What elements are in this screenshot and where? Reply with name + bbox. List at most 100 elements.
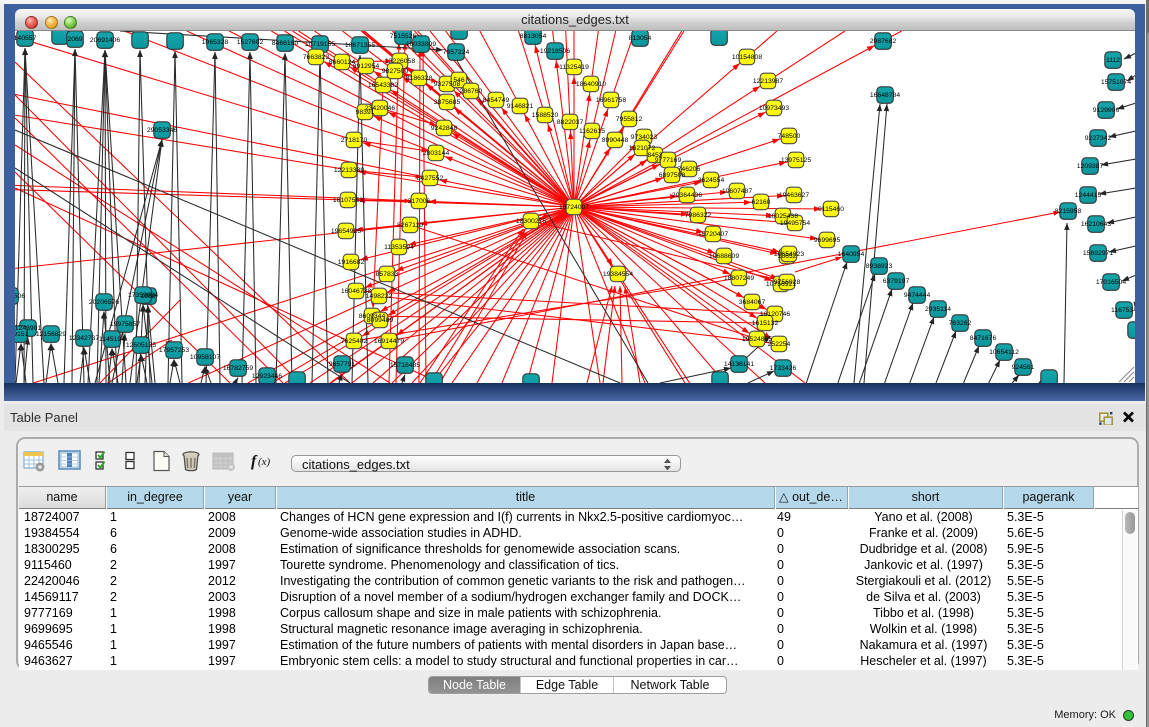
svg-text:7357224: 7357224 xyxy=(443,49,470,56)
svg-text:8215958: 8215958 xyxy=(1055,208,1082,215)
svg-text:20206576: 20206576 xyxy=(89,299,119,306)
svg-text:9146821: 9146821 xyxy=(507,103,534,110)
svg-text:12342737: 12342737 xyxy=(69,335,99,342)
svg-text:10671355: 10671355 xyxy=(345,42,375,49)
svg-text:19218506: 19218506 xyxy=(540,48,570,55)
svg-text:23420046: 23420046 xyxy=(365,105,395,112)
svg-text:2987682: 2987682 xyxy=(870,38,897,45)
svg-text:29053346: 29053346 xyxy=(147,127,177,134)
svg-text:7625402: 7625402 xyxy=(341,338,368,345)
svg-text:286760: 286760 xyxy=(460,88,483,95)
svg-text:8427552: 8427552 xyxy=(417,175,444,182)
svg-text:2803144: 2803144 xyxy=(423,150,450,157)
svg-text:9227342: 9227342 xyxy=(1085,135,1112,142)
svg-text:8990448: 8990448 xyxy=(602,137,629,144)
svg-text:17957253: 17957253 xyxy=(159,347,189,354)
svg-text:10025438: 10025438 xyxy=(768,213,798,220)
svg-text:8186328: 8186328 xyxy=(406,75,433,82)
svg-text:26160506: 26160506 xyxy=(15,293,25,300)
svg-text:1640954: 1640954 xyxy=(838,251,865,258)
svg-text:763262: 763262 xyxy=(949,320,972,327)
svg-text:1244415: 1244415 xyxy=(1075,192,1102,199)
svg-text:18640910: 18640910 xyxy=(576,81,606,88)
svg-text:1615132: 1615132 xyxy=(752,320,779,327)
svg-text:10958107: 10958107 xyxy=(190,354,220,361)
svg-text:813054: 813054 xyxy=(629,35,652,42)
svg-text:16914479: 16914479 xyxy=(374,338,404,345)
svg-text:16782759: 16782759 xyxy=(223,365,253,372)
svg-text:9242848: 9242848 xyxy=(431,125,458,132)
svg-text:6897508: 6897508 xyxy=(659,172,686,179)
svg-text:19975857: 19975857 xyxy=(110,321,140,328)
svg-text:f: f xyxy=(251,453,258,470)
svg-text:10719155: 10719155 xyxy=(305,41,335,48)
svg-text:19654925: 19654925 xyxy=(331,228,361,235)
svg-text:748500: 748500 xyxy=(778,133,801,140)
svg-text:8466160: 8466160 xyxy=(272,40,299,47)
svg-text:9129906: 9129906 xyxy=(1093,107,1120,114)
svg-text:17016504: 17016504 xyxy=(1096,279,1126,286)
svg-text:16648784: 16648784 xyxy=(870,92,900,99)
svg-text:8912954: 8912954 xyxy=(353,63,380,70)
svg-text:7955812: 7955812 xyxy=(616,116,643,123)
svg-text:1167534: 1167534 xyxy=(1111,307,1135,314)
svg-text:16107553: 16107553 xyxy=(333,197,363,204)
svg-text:3684067: 3684067 xyxy=(739,299,766,306)
svg-text:39151: 39151 xyxy=(15,331,29,338)
svg-text:9777169: 9777169 xyxy=(655,157,682,164)
svg-text:9827500: 9827500 xyxy=(382,68,409,75)
svg-text:18724007: 18724007 xyxy=(559,204,589,211)
svg-text:2935114: 2935114 xyxy=(925,306,951,313)
svg-text:7515526: 7515526 xyxy=(390,33,417,40)
svg-text:1916682: 1916682 xyxy=(338,259,365,266)
svg-text:15692971: 15692971 xyxy=(1083,250,1113,257)
svg-text:10973493: 10973493 xyxy=(759,105,789,112)
svg-text:12505135: 12505135 xyxy=(126,342,156,349)
svg-text:8822037: 8822037 xyxy=(557,119,584,126)
svg-text:140557: 140557 xyxy=(15,35,37,42)
svg-text:9699695: 9699695 xyxy=(814,237,841,244)
svg-text:1498222: 1498222 xyxy=(366,293,393,300)
svg-text:8660124: 8660124 xyxy=(329,59,356,66)
svg-text:17359924: 17359924 xyxy=(128,292,158,299)
svg-text:1588520: 1588520 xyxy=(532,112,559,119)
svg-text:16210643: 16210643 xyxy=(1081,221,1111,228)
svg-text:2069: 2069 xyxy=(67,36,82,43)
svg-text:15716485: 15716485 xyxy=(390,362,420,369)
svg-text:546: 546 xyxy=(453,77,465,84)
svg-text:(x): (x) xyxy=(258,456,271,468)
svg-text:16033809: 16033809 xyxy=(406,41,436,48)
svg-text:924561: 924561 xyxy=(1012,364,1035,371)
svg-text:19384554: 19384554 xyxy=(603,271,633,278)
svg-text:9734023: 9734023 xyxy=(631,134,658,141)
svg-text:18300275: 18300275 xyxy=(516,218,546,225)
svg-text:13975125: 13975125 xyxy=(781,157,811,164)
svg-text:10654112: 10654112 xyxy=(989,349,1019,356)
svg-text:8471676: 8471676 xyxy=(970,335,997,342)
svg-text:8099489: 8099489 xyxy=(367,317,394,324)
svg-text:12213389: 12213389 xyxy=(334,167,364,174)
svg-text:8938923: 8938923 xyxy=(866,263,893,270)
svg-text:3875685: 3875685 xyxy=(434,99,461,106)
svg-text:18807249: 18807249 xyxy=(724,275,754,282)
svg-text:20364436: 20364436 xyxy=(672,192,702,199)
svg-text:1145194: 1145194 xyxy=(99,336,125,343)
svg-text:10654923: 10654923 xyxy=(774,251,804,258)
svg-text:317006: 317006 xyxy=(408,198,431,205)
svg-text:7663822: 7663822 xyxy=(303,54,330,61)
svg-text:8454749: 8454749 xyxy=(483,97,510,104)
svg-text:6379197: 6379197 xyxy=(883,278,910,285)
svg-text:1162615: 1162615 xyxy=(579,128,605,135)
svg-text:16120746: 16120746 xyxy=(760,311,790,318)
svg-text:15720407: 15720407 xyxy=(698,231,728,238)
svg-text:1112: 1112 xyxy=(1106,57,1120,64)
svg-text:2718170: 2718170 xyxy=(341,137,368,144)
svg-text:1733426: 1733426 xyxy=(770,365,797,372)
svg-text:9115460: 9115460 xyxy=(818,206,844,213)
svg-text:1621072: 1621072 xyxy=(629,145,656,152)
svg-text:13226058: 13226058 xyxy=(385,58,415,65)
svg-text:1065328: 1065328 xyxy=(202,39,229,46)
svg-text:12213987: 12213987 xyxy=(753,78,783,85)
svg-text:252254: 252254 xyxy=(768,341,791,348)
svg-text:11325419: 11325419 xyxy=(559,64,589,71)
